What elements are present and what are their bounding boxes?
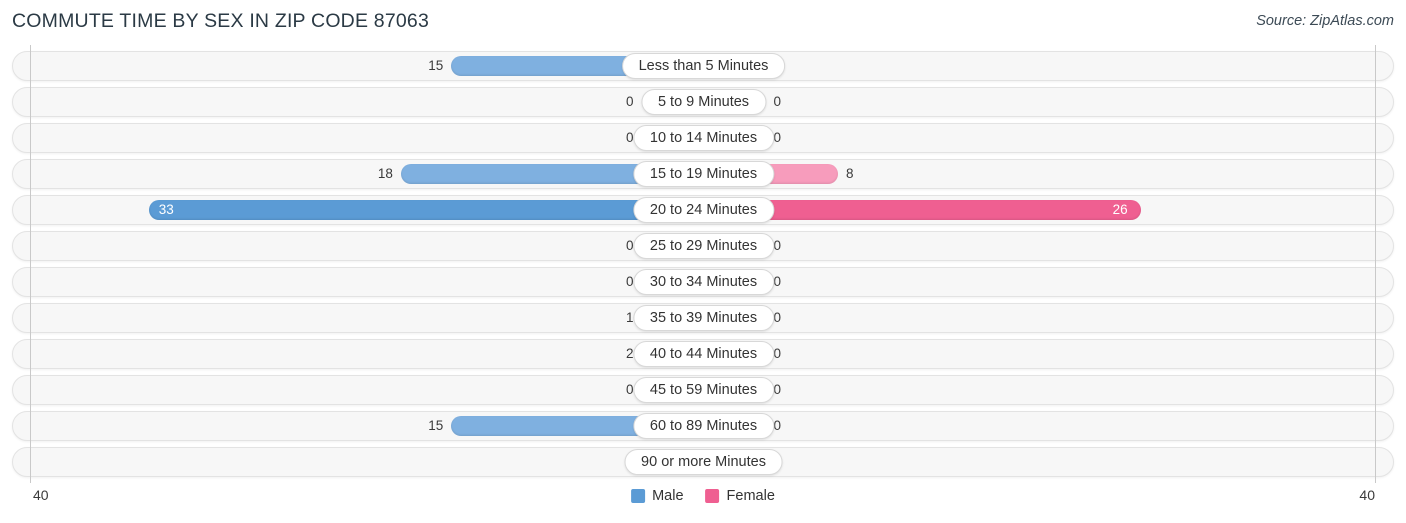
row-track: 0 0 10 to 14 Minutes	[31, 124, 1376, 152]
row-track: 33 26 20 to 24 Minutes	[31, 196, 1376, 224]
source-attribution: Source: ZipAtlas.com	[1256, 13, 1394, 29]
axis-tick-left: 40	[33, 487, 49, 503]
row-track: 0 0 5 to 9 Minutes	[31, 88, 1376, 116]
category-label: 60 to 89 Minutes	[632, 413, 775, 439]
category-label: 15 to 19 Minutes	[632, 161, 775, 187]
category-label: Less than 5 Minutes	[621, 53, 786, 79]
chart-plot-area: 150Less than 5 Minutes005 to 9 Minutes00…	[0, 45, 1406, 483]
row-track: 2 0 40 to 44 Minutes	[31, 340, 1376, 368]
category-label: 20 to 24 Minutes	[632, 197, 775, 223]
table-row[interactable]: 0090 or more Minutes	[12, 447, 1394, 477]
category-label: 10 to 14 Minutes	[632, 125, 775, 151]
legend-label-male: Male	[652, 488, 684, 504]
row-track: 1 0 35 to 39 Minutes	[31, 304, 1376, 332]
category-label: 25 to 29 Minutes	[632, 233, 775, 259]
table-row[interactable]: 0 0 10 to 14 Minutes	[12, 123, 1394, 153]
value-label-male: 18	[377, 166, 393, 181]
row-track: 0090 or more Minutes	[31, 448, 1376, 476]
chart-legend: Male Female	[631, 488, 775, 504]
value-label-female: 0	[773, 130, 782, 145]
table-row[interactable]: 1 0 35 to 39 Minutes	[12, 303, 1394, 333]
value-label-female: 0	[773, 274, 782, 289]
table-row[interactable]: 18 8 15 to 19 Minutes	[12, 159, 1394, 189]
axis-line-left	[30, 45, 31, 483]
row-track: 150Less than 5 Minutes	[31, 52, 1376, 80]
value-label-male: 0	[625, 94, 634, 109]
legend-swatch-female-icon	[705, 489, 720, 503]
table-row[interactable]: 2 0 40 to 44 Minutes	[12, 339, 1394, 369]
row-track: 18 8 15 to 19 Minutes	[31, 160, 1376, 188]
category-label: 45 to 59 Minutes	[632, 377, 775, 403]
legend-label-female: Female	[726, 488, 775, 504]
row-track: 15 0 60 to 89 Minutes	[31, 412, 1376, 440]
table-row[interactable]: 33 26 20 to 24 Minutes	[12, 195, 1394, 225]
value-label-female: 8	[846, 166, 854, 181]
category-label: 30 to 34 Minutes	[632, 269, 775, 295]
value-label-male: 33	[158, 202, 174, 217]
row-track: 0 0 45 to 59 Minutes	[31, 376, 1376, 404]
chart-header: COMMUTE TIME BY SEX IN ZIP CODE 87063 So…	[0, 0, 1406, 45]
row-track: 0 0 25 to 29 Minutes	[31, 232, 1376, 260]
axis-tick-right: 40	[1359, 487, 1375, 503]
axis-line-right	[1375, 45, 1376, 483]
chart-footer: 40 40 Male Female	[0, 483, 1406, 523]
value-label-female: 26	[1112, 202, 1128, 217]
value-label-female: 0	[773, 310, 782, 325]
value-label-male: 15	[428, 418, 444, 433]
value-label-female: 0	[773, 382, 782, 397]
table-row[interactable]: 0 0 5 to 9 Minutes	[12, 87, 1394, 117]
category-label: 5 to 9 Minutes	[640, 89, 767, 115]
legend-item-male[interactable]: Male	[631, 488, 684, 504]
value-label-female: 0	[773, 418, 782, 433]
table-row[interactable]: 15 0 60 to 89 Minutes	[12, 411, 1394, 441]
value-label-female: 0	[773, 94, 782, 109]
table-row[interactable]: 0 0 25 to 29 Minutes	[12, 231, 1394, 261]
value-label-female: 0	[773, 346, 782, 361]
bar-male[interactable]	[148, 200, 704, 220]
chart-page: COMMUTE TIME BY SEX IN ZIP CODE 87063 So…	[0, 0, 1406, 523]
row-track: 0 0 30 to 34 Minutes	[31, 268, 1376, 296]
value-label-female: 0	[773, 238, 782, 253]
table-row[interactable]: 0 0 45 to 59 Minutes	[12, 375, 1394, 405]
table-row[interactable]: 150Less than 5 Minutes	[12, 51, 1394, 81]
legend-swatch-male-icon	[631, 489, 646, 503]
value-label-male: 15	[428, 58, 444, 73]
category-label: 35 to 39 Minutes	[632, 305, 775, 331]
page-title: COMMUTE TIME BY SEX IN ZIP CODE 87063	[12, 10, 430, 32]
legend-item-female[interactable]: Female	[705, 488, 775, 504]
table-row[interactable]: 0 0 30 to 34 Minutes	[12, 267, 1394, 297]
category-label: 40 to 44 Minutes	[632, 341, 775, 367]
category-label: 90 or more Minutes	[624, 449, 783, 475]
